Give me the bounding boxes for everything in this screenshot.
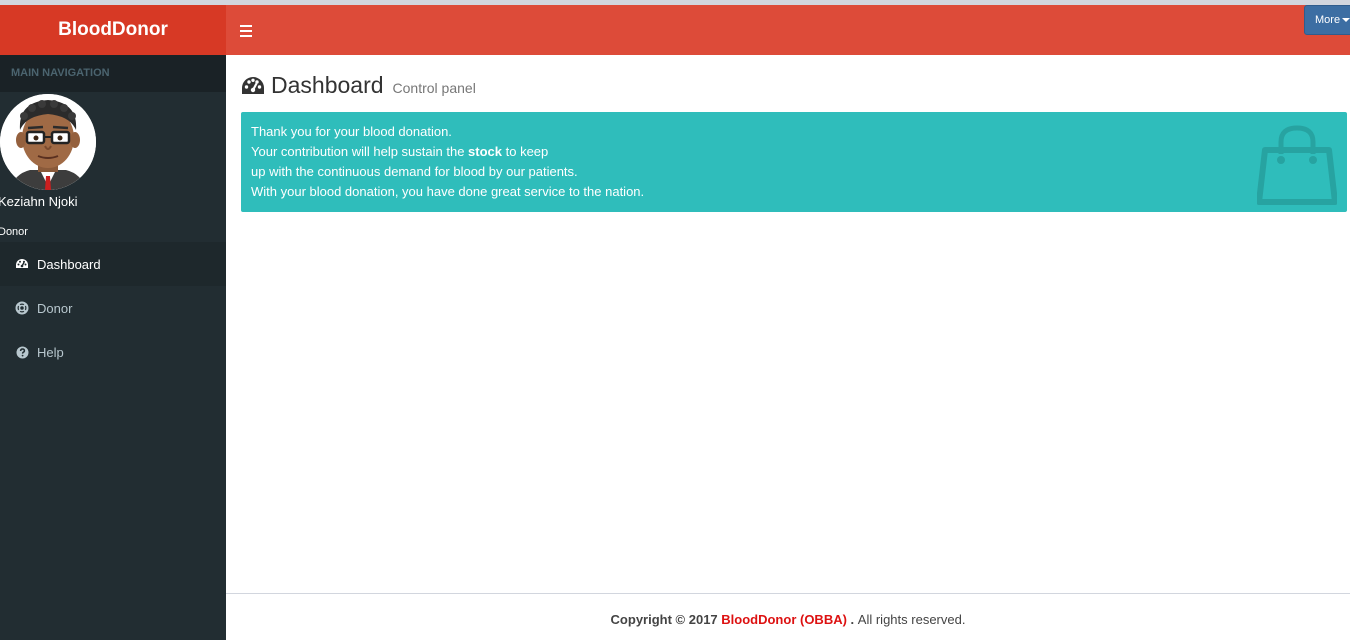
main-content: Dashboard Control panel Thank you for yo…	[226, 55, 1350, 593]
sidebar-menu: Dashboard Donor Help	[0, 242, 226, 374]
caret-down-icon	[1342, 18, 1350, 22]
callout-line-2: Your contribution will help sustain the …	[251, 144, 549, 159]
more-button-label: More	[1315, 14, 1341, 26]
callout-line-3: up with the continuous demand for blood …	[251, 164, 578, 179]
brand-logo[interactable]: BloodDonor	[0, 5, 226, 55]
callout-line-1: Thank you for your blood donation.	[251, 124, 452, 139]
footer-dot: .	[850, 611, 855, 627]
sidebar: MAIN NAVIGATION Keziahn Njoki Donor Dash…	[0, 55, 226, 640]
user-role: Donor	[0, 226, 28, 238]
sidebar-item-label: Dashboard	[37, 256, 101, 272]
sidebar-toggle-icon[interactable]	[240, 21, 254, 39]
avatar	[0, 94, 96, 190]
top-navbar: More	[226, 5, 1350, 55]
footer-brand-link[interactable]: BloodDonor (OBBA)	[721, 612, 847, 627]
sidebar-section-header: MAIN NAVIGATION	[0, 55, 226, 92]
footer-copyright: Copyright © 2017	[610, 611, 718, 627]
dashboard-icon	[14, 256, 30, 272]
sidebar-item-label: Help	[37, 344, 64, 360]
callout-line-4: With your blood donation, you have done …	[251, 184, 645, 199]
shopping-bag-icon	[1256, 124, 1338, 206]
page-subtitle: Control panel	[392, 80, 476, 96]
footer-rights: All rights reserved.	[857, 611, 966, 627]
sidebar-item-label: Donor	[37, 300, 73, 316]
user-name: Keziahn Njoki	[0, 194, 78, 209]
page-header: Dashboard Control panel	[241, 72, 476, 99]
sidebar-item-dashboard[interactable]: Dashboard	[0, 242, 226, 286]
thank-you-callout: Thank you for your blood donation. Your …	[241, 112, 1347, 212]
page-title: Dashboard	[271, 72, 384, 98]
dashboard-icon	[241, 76, 265, 98]
sidebar-item-donor[interactable]: Donor	[0, 286, 226, 330]
question-circle-icon	[14, 344, 30, 360]
life-ring-icon	[14, 300, 30, 316]
sidebar-item-help[interactable]: Help	[0, 330, 226, 374]
more-dropdown-button[interactable]: More	[1304, 5, 1350, 35]
callout-bold-stock: stock	[468, 144, 503, 159]
footer: Copyright © 2017 BloodDonor (OBBA) . All…	[226, 593, 1350, 640]
